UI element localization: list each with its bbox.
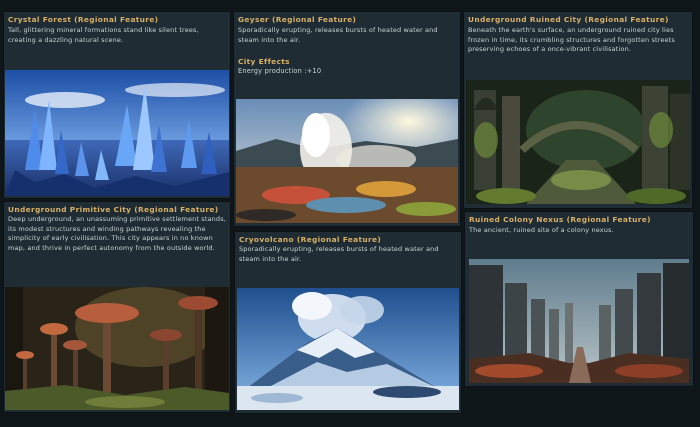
crystal-forest-image (5, 70, 229, 196)
card-description: Tall, glittering mineral formations stan… (8, 26, 199, 44)
underground-ruined-city-image (466, 80, 690, 204)
card-description: Deep underground, an unassuming primitiv… (8, 215, 226, 253)
effect-energy-production: Energy production :+10 (238, 67, 322, 75)
geyser-image (236, 99, 458, 223)
card-title: Underground Primitive City (Regional Fea… (8, 205, 219, 214)
feature-card-underground-primitive-city[interactable]: Underground Primitive City (Regional Fea… (4, 202, 230, 412)
cryovolcano-image (237, 288, 459, 410)
feature-card-underground-ruined-city[interactable]: Underground Ruined City (Regional Featur… (464, 12, 692, 208)
ruined-colony-nexus-image (469, 259, 689, 383)
city-effects-heading: City Effects (238, 57, 290, 66)
card-description: Sporadically erupting, releases bursts o… (239, 245, 439, 263)
card-title: Cryovolcano (Regional Feature) (239, 235, 382, 244)
card-description: The ancient, ruined site of a colony nex… (469, 226, 614, 234)
card-title: Geyser (Regional Feature) (238, 15, 357, 24)
feature-card-geyser[interactable]: Geyser (Regional Feature) Sporadically e… (234, 12, 460, 226)
card-title: Ruined Colony Nexus (Regional Feature) (469, 215, 651, 224)
card-description: Sporadically erupting, releases bursts o… (238, 26, 438, 44)
card-title: Crystal Forest (Regional Feature) (8, 15, 159, 24)
feature-card-crystal-forest[interactable]: Crystal Forest (Regional Feature) Tall, … (4, 12, 230, 198)
card-description: Beneath the earth's surface, an undergro… (468, 26, 675, 54)
feature-card-ruined-colony-nexus[interactable]: Ruined Colony Nexus (Regional Feature) T… (465, 212, 693, 386)
feature-card-cryovolcano[interactable]: Cryovolcano (Regional Feature) Sporadica… (235, 232, 461, 413)
card-title: Underground Ruined City (Regional Featur… (468, 15, 669, 24)
underground-primitive-city-image (5, 287, 229, 410)
